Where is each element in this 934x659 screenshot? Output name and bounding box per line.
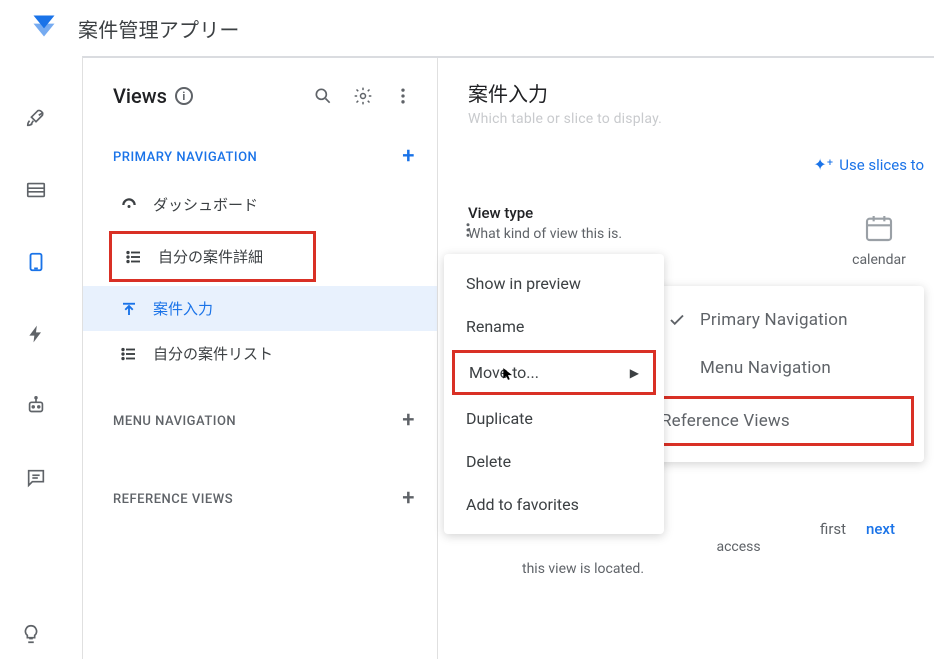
more-vert-icon[interactable]	[387, 80, 419, 112]
nav-item-label: ダッシュボード	[153, 194, 258, 215]
context-menu: Show in preview Rename Move to... ▶ Dupl…	[444, 254, 664, 534]
view-type-title: View type	[468, 204, 794, 222]
detail-title: 案件入力	[468, 78, 934, 107]
reference-views-header[interactable]: REFERENCE VIEWS +	[83, 474, 437, 524]
nav-item-case-input[interactable]: 案件入力	[83, 286, 437, 331]
rocket-icon[interactable]	[24, 106, 48, 130]
app-header: 案件管理アプリー	[0, 0, 934, 56]
list-icon	[119, 344, 139, 364]
view-type-desc: What kind of view this is.	[468, 224, 794, 245]
panel-title: Views	[113, 84, 167, 108]
position-desc-partial: xxxxxxxxxxxxxxxxxxxxxxxxxxxxaccess this …	[522, 536, 782, 581]
check-icon	[668, 311, 686, 329]
ctx-add-favorites[interactable]: Add to favorites	[444, 483, 664, 526]
nav-item-dashboard[interactable]: ダッシュボード	[83, 182, 437, 227]
list-icon	[124, 247, 144, 267]
position-first[interactable]: first	[820, 520, 846, 538]
left-rail	[0, 56, 72, 659]
add-menu-button[interactable]: +	[398, 406, 419, 436]
subtitle-faded: Which table or slice to display.	[468, 111, 934, 127]
ctx-duplicate[interactable]: Duplicate	[444, 397, 664, 440]
search-icon[interactable]	[307, 80, 339, 112]
tips-icon[interactable]	[20, 623, 42, 649]
nav-item-label: 自分の案件詳細	[158, 246, 263, 267]
move-to-submenu: Primary Navigation Menu Navigation Refer…	[644, 286, 924, 462]
sub-primary-navigation[interactable]: Primary Navigation	[644, 296, 924, 344]
primary-nav-header[interactable]: PRIMARY NAVIGATION +	[83, 132, 437, 182]
add-primary-button[interactable]: +	[398, 142, 419, 172]
menu-nav-header[interactable]: MENU NAVIGATION +	[83, 396, 437, 446]
appsheet-logo-icon	[30, 12, 58, 44]
sub-reference-views[interactable]: Reference Views	[657, 399, 911, 443]
nav-item-my-case-list[interactable]: 自分の案件リスト	[83, 331, 437, 376]
calendar-icon	[834, 212, 924, 248]
nav-item-label: 案件入力	[153, 298, 213, 319]
views-icon[interactable]	[24, 250, 48, 274]
item-more-vert-icon[interactable]	[459, 220, 477, 244]
gear-icon[interactable]	[347, 80, 379, 112]
bot-icon[interactable]	[24, 394, 48, 418]
sparkle-icon: ✦⁺	[813, 155, 833, 174]
views-panel: Views i PRIMARY NAVIGATION + ダッシュボード	[83, 58, 438, 659]
dashboard-icon	[119, 195, 139, 215]
position-next[interactable]: next	[866, 520, 895, 538]
arrow-right-icon: ▶	[630, 366, 639, 380]
view-type-calendar[interactable]: calendar	[834, 204, 924, 276]
position-chips: first next	[820, 520, 895, 538]
app-name: 案件管理アプリー	[78, 14, 240, 43]
ctx-move-to[interactable]: Move to... ▶	[455, 353, 653, 392]
ctx-rename[interactable]: Rename	[444, 305, 664, 348]
ctx-show-in-preview[interactable]: Show in preview	[444, 262, 664, 305]
chat-icon[interactable]	[24, 466, 48, 490]
automation-icon[interactable]	[24, 322, 48, 346]
nav-item-my-case-detail[interactable]: 自分の案件詳細	[112, 234, 273, 279]
add-reference-button[interactable]: +	[398, 484, 419, 514]
use-slices-link[interactable]: ✦⁺ Use slices to	[468, 155, 934, 174]
sub-menu-navigation[interactable]: Menu Navigation	[644, 344, 924, 392]
upload-icon	[119, 299, 139, 319]
info-icon[interactable]: i	[175, 87, 193, 105]
nav-item-label: 自分の案件リスト	[153, 343, 273, 364]
ctx-delete[interactable]: Delete	[444, 440, 664, 483]
cursor-icon	[501, 367, 515, 381]
data-icon[interactable]	[24, 178, 48, 202]
